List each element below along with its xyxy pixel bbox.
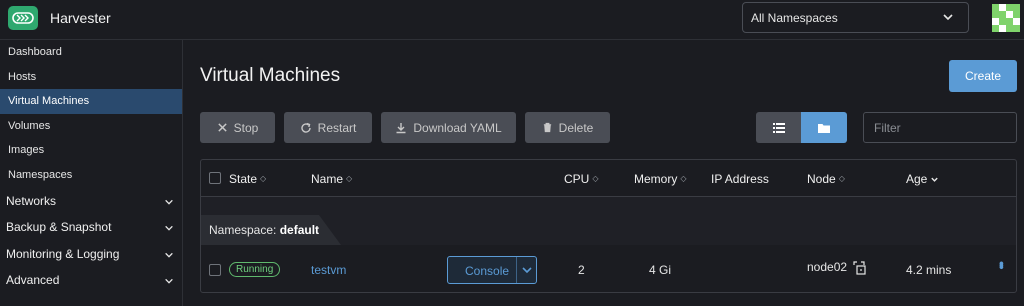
sort-icon: ◇ [260,174,267,183]
sort-icon: ◇ [838,174,845,183]
column-header-label: State [229,172,258,186]
delete-button[interactable]: Delete [525,112,610,143]
harvester-logo-glyph [12,12,34,24]
console-divider [516,257,517,283]
age-cell: 4.2 mins [906,263,952,277]
sidebar-item-namespaces[interactable]: Namespaces [0,163,182,188]
sidebar-item-volumes[interactable]: Volumes [0,114,182,139]
chevron-down-icon [165,252,173,258]
stop-button-label: Stop [233,120,259,135]
sidebar-group-label: Monitoring & Logging [6,246,120,261]
column-header-label: IP Address [711,172,769,186]
column-header-name[interactable]: Name ◇ [311,172,352,186]
sidebar-group-label: Networks [6,193,57,208]
sidebar-group-advanced[interactable]: Advanced [0,267,182,294]
column-header-label: Age [906,172,928,186]
namespace-group-tab: Namespace: default [201,215,341,245]
console-button[interactable]: Console [447,256,537,284]
vm-name-link[interactable]: testvm [311,263,346,277]
node-name: node02 [807,260,848,274]
column-header-memory[interactable]: Memory ◇ [634,172,687,186]
folder-icon [818,123,830,133]
row-actions-icon[interactable]: ••• [994,261,1010,267]
select-all-checkbox[interactable] [209,172,221,184]
sidebar: Dashboard Hosts Virtual Machines Volumes… [0,40,183,306]
cpu-cell: 2 [578,263,585,277]
console-button-label: Console [465,264,510,278]
vm-table: State ◇ Name ◇ CPU ◇ Memory ◇ IP Address… [200,159,1017,293]
list-view-toggle[interactable] [756,112,801,143]
sort-icon: ◇ [680,174,687,183]
sidebar-group-networks[interactable]: Networks [0,188,182,215]
table-row: Running testvm Console 2 4 Gi node02 4.2… [201,245,1016,292]
column-header-label: CPU [564,172,590,186]
column-header-label: Memory [634,172,678,186]
sidebar-group-backup-snapshot[interactable]: Backup & Snapshot [0,214,182,241]
namespace-select[interactable]: All Namespaces [742,2,969,33]
chevron-down-icon [165,199,173,205]
column-header-label: Name [311,172,344,186]
list-icon [772,122,785,133]
top-header: Harvester All Namespaces [0,0,1024,40]
chevron-down-icon [165,278,173,284]
refresh-icon [301,122,311,133]
column-header-label: Node [807,172,836,186]
chevron-down-icon [165,225,173,231]
sidebar-group-monitoring-logging[interactable]: Monitoring & Logging [0,241,182,268]
trash-icon [543,122,551,133]
namespace-group-row: Namespace: default [201,197,1016,245]
download-icon [396,122,406,133]
column-header-state[interactable]: State ◇ [229,172,266,186]
sort-icon: ◇ [592,174,599,183]
download-yaml-button[interactable]: Download YAML [381,112,516,143]
column-header-cpu[interactable]: CPU ◇ [564,172,599,186]
page-title: Virtual Machines [200,65,341,86]
sidebar-group-label: Backup & Snapshot [6,220,112,235]
sort-icon: ◇ [346,174,353,183]
namespace-select-value: All Namespaces [751,10,838,25]
namespace-group-label: Namespace: [209,223,277,237]
user-avatar[interactable] [992,4,1020,32]
stop-button[interactable]: Stop [200,112,275,143]
sidebar-item-virtual-machines[interactable]: Virtual Machines [0,89,182,114]
restart-button-label: Restart [317,120,357,135]
sidebar-item-images[interactable]: Images [0,138,182,163]
harvester-logo-icon[interactable] [8,6,38,30]
memory-cell: 4 Gi [649,263,672,277]
column-header-age[interactable]: Age [906,172,939,186]
create-button[interactable]: Create [949,60,1017,92]
chevron-down-icon [943,14,953,21]
group-by-namespace-toggle[interactable] [801,112,847,143]
column-header-node[interactable]: Node ◇ [807,172,845,186]
download-yaml-button-label: Download YAML [413,120,502,135]
row-checkbox[interactable] [209,264,221,276]
close-icon [217,123,227,132]
sidebar-item-dashboard[interactable]: Dashboard [0,40,182,65]
node-cell: node02 [807,260,867,275]
app-title: Harvester [50,10,111,26]
delete-button-label: Delete [558,120,594,135]
sort-desc-icon [931,177,939,182]
namespace-group-value: default [279,223,320,237]
copy-icon[interactable] [853,261,867,275]
chevron-down-icon[interactable] [521,264,533,276]
column-header-ip-address: IP Address [711,172,769,186]
table-header: State ◇ Name ◇ CPU ◇ Memory ◇ IP Address… [201,160,1016,197]
status-badge: Running [229,262,281,277]
sidebar-group-label: Advanced [6,273,60,288]
filter-input[interactable] [863,112,1017,143]
restart-button[interactable]: Restart [284,112,372,143]
sidebar-item-hosts[interactable]: Hosts [0,65,182,90]
